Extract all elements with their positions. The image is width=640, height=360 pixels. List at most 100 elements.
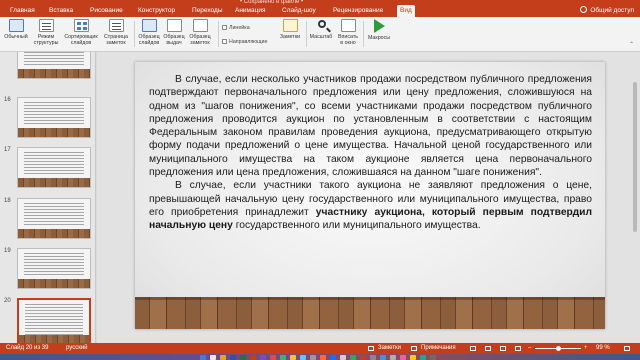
language-indicator[interactable]: русский	[66, 343, 88, 354]
vertical-scrollbar[interactable]	[633, 82, 637, 232]
fit-to-window-button[interactable]: Вписать в окно	[335, 19, 361, 46]
app-icon[interactable]	[390, 355, 396, 360]
slide-thumbnail[interactable]	[17, 198, 91, 239]
app-icon[interactable]	[200, 355, 206, 360]
slide-thumbnail-pane: 16 17 18 19 20	[0, 52, 96, 343]
guides-checkbox[interactable]: Направляющие	[222, 39, 267, 45]
outline-view-icon	[38, 19, 54, 32]
tab-transitions[interactable]: Переходы	[192, 5, 223, 17]
slide-paragraph-2: В случае, если участники такого аукциона…	[149, 179, 592, 232]
ribbon-view: Обычный Режим структуры Сортировщик слай…	[0, 17, 640, 52]
normal-view-icon[interactable]	[470, 346, 476, 351]
app-icon[interactable]	[210, 355, 216, 360]
app-icon[interactable]	[260, 355, 266, 360]
notes-master-icon	[192, 19, 208, 32]
normal-view-icon	[8, 19, 24, 32]
current-slide[interactable]: В случае, если несколько участников прод…	[135, 62, 605, 329]
share-label: Общий доступ	[590, 7, 634, 14]
handout-master-icon	[166, 19, 182, 32]
notes-toggle[interactable]: Заметки	[378, 343, 401, 354]
slide-sorter-button[interactable]: Сортировщик слайдов	[61, 19, 101, 46]
slide-sorter-label-2: слайдов	[70, 40, 92, 46]
thumbnail-text	[25, 304, 83, 338]
slide-master-label-2: слайдов	[138, 40, 160, 46]
handout-master-button[interactable]: Образец выдач	[162, 19, 186, 46]
zoom-button[interactable]: Масштаб	[308, 19, 334, 40]
comment-icon	[411, 346, 417, 351]
tab-view[interactable]: Вид	[397, 5, 415, 17]
tab-review[interactable]: Рецензирование	[333, 5, 383, 17]
app-icon[interactable]	[420, 355, 426, 360]
slide-thumbnail[interactable]	[17, 248, 91, 289]
slide-thumbnail[interactable]	[17, 52, 91, 79]
notes-page-button[interactable]: Страница заметок	[102, 19, 130, 46]
macros-button[interactable]: Макросы	[365, 19, 393, 41]
app-icon[interactable]	[410, 355, 416, 360]
slide-master-icon	[141, 19, 157, 32]
app-icon[interactable]	[360, 355, 366, 360]
app-icon[interactable]	[380, 355, 386, 360]
tab-draw[interactable]: Рисование	[90, 5, 123, 17]
slide-master-button[interactable]: Образец слайдов	[137, 19, 161, 46]
fit-slide-icon[interactable]	[624, 346, 630, 351]
zoom-in-button[interactable]: +	[584, 343, 588, 354]
app-icon[interactable]	[290, 355, 296, 360]
comments-toggle[interactable]: Примечания	[421, 343, 456, 354]
trash-icon[interactable]	[430, 355, 436, 360]
slide-thumbnail[interactable]	[17, 97, 91, 138]
notes-master-button[interactable]: Образец заметок	[187, 19, 213, 46]
slide-counter: Слайд 20 из 39	[6, 345, 49, 351]
slide-paragraph-1: В случае, если несколько участников прод…	[149, 74, 592, 179]
tab-design[interactable]: Конструктор	[138, 5, 175, 17]
tab-home[interactable]: Главная	[10, 5, 35, 17]
zoom-out-button[interactable]: –	[528, 343, 531, 354]
app-icon[interactable]	[300, 355, 306, 360]
ribbon-divider	[218, 21, 219, 47]
slideshow-icon[interactable]	[515, 346, 521, 351]
share-button[interactable]: Общий доступ	[580, 5, 634, 17]
notes-button[interactable]: Заметки	[276, 19, 304, 40]
app-icon[interactable]	[340, 355, 346, 360]
tab-insert[interactable]: Вставка	[49, 5, 73, 17]
ruler-checkbox[interactable]: Линейка	[222, 25, 250, 31]
thumbnail-floor	[18, 279, 90, 288]
app-icon[interactable]	[250, 355, 256, 360]
macos-dock	[0, 354, 640, 360]
zoom-slider-handle[interactable]	[555, 346, 561, 351]
app-icon[interactable]	[230, 355, 236, 360]
app-icon[interactable]	[320, 355, 326, 360]
macros-label: Макросы	[367, 35, 391, 41]
status-bar: Слайд 20 из 39 русский Заметки Примечани…	[0, 343, 640, 354]
magnifier-icon	[314, 19, 329, 32]
slide-number: 19	[4, 248, 11, 254]
reading-view-icon[interactable]	[500, 346, 506, 351]
outline-view-button[interactable]: Режим структуры	[31, 19, 61, 46]
normal-view-button[interactable]: Обычный	[4, 19, 28, 40]
slide-number: 16	[4, 97, 11, 103]
thumbnail-floor	[18, 178, 90, 187]
slide-editing-area: В случае, если несколько участников прод…	[97, 52, 640, 343]
app-icon[interactable]	[310, 355, 316, 360]
slide-thumbnail-selected[interactable]	[17, 298, 91, 343]
handout-master-label-2: выдач	[166, 40, 182, 46]
app-icon[interactable]	[330, 355, 336, 360]
app-icon[interactable]	[370, 355, 376, 360]
slide-sorter-icon[interactable]	[485, 346, 491, 351]
slide-text-box[interactable]: В случае, если несколько участников прод…	[149, 73, 592, 233]
app-icon[interactable]	[220, 355, 226, 360]
thumbnail-floor	[19, 335, 89, 343]
tab-slideshow[interactable]: Слайд-шоу	[282, 5, 316, 17]
slide-thumbnail[interactable]	[17, 147, 91, 188]
app-icon[interactable]	[400, 355, 406, 360]
thumbnail-text	[24, 253, 84, 277]
thumbnail-text	[24, 52, 84, 67]
app-icon[interactable]	[270, 355, 276, 360]
tab-animations[interactable]: Анимация	[235, 5, 266, 17]
app-icon[interactable]	[350, 355, 356, 360]
thumbnail-floor	[18, 69, 90, 78]
app-icon[interactable]	[280, 355, 286, 360]
app-icon[interactable]	[240, 355, 246, 360]
zoom-level[interactable]: 99 %	[596, 343, 610, 354]
notes-icon	[282, 19, 298, 32]
chevron-up-icon[interactable]: ⌃	[629, 41, 634, 48]
